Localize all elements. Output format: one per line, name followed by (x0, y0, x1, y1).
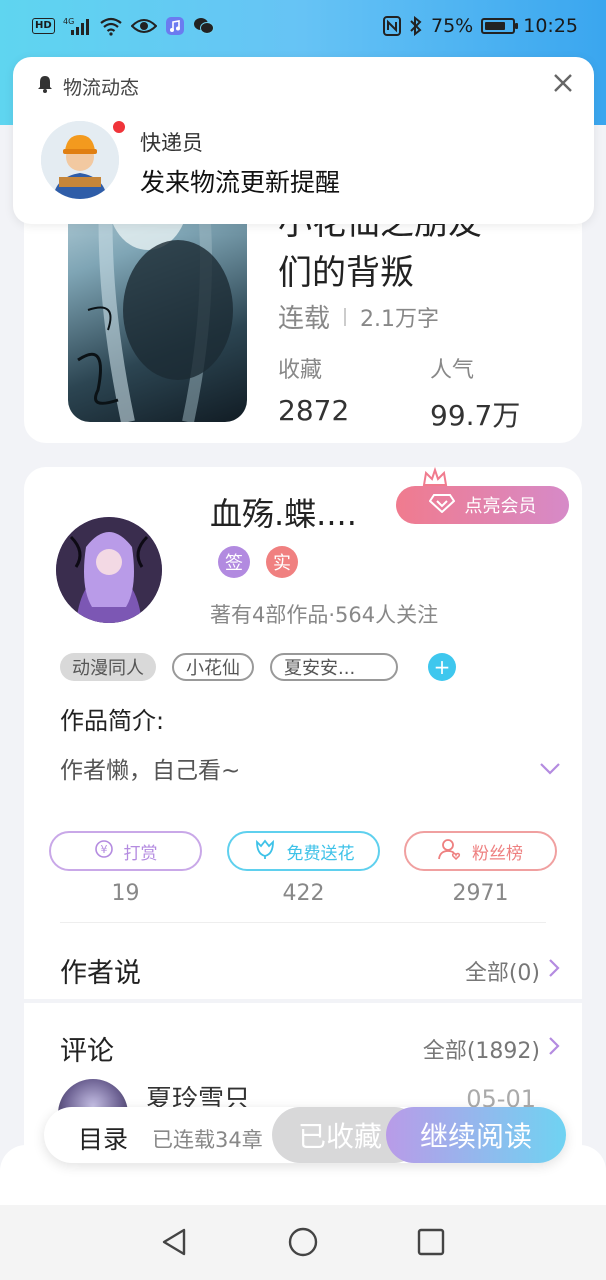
add-tag-icon[interactable]: + (428, 653, 456, 681)
author-card: 血殇.蝶.... 点亮会员 签 实 著有4部作品·564人关注 动漫同人 小花仙… (24, 466, 582, 1207)
divider (60, 922, 546, 923)
tag-item[interactable]: 动漫同人 (60, 653, 156, 681)
tag-item[interactable]: 夏安安... (270, 653, 398, 681)
clock: 10:25 (523, 15, 578, 37)
tip-label: 打赏 (123, 843, 158, 864)
tip-count: 19 (111, 881, 140, 906)
continue-reading-label: 继续阅读 (419, 1120, 532, 1153)
notification-message: 发来物流更新提醒 (140, 168, 341, 197)
signal-4g-icon: 4G (63, 16, 91, 36)
fan-ranking-button[interactable]: 粉丝榜 (404, 831, 557, 871)
tag-list: 动漫同人 小花仙 夏安安... + (60, 653, 456, 681)
signed-badge: 签 (218, 546, 250, 578)
author-stats: 著有4部作品·564人关注 (210, 603, 439, 627)
eye-icon (130, 17, 157, 35)
music-app-icon (165, 16, 185, 36)
comments-more-label: 全部(1892) (422, 1039, 540, 1064)
svg-text:¥: ¥ (100, 843, 107, 856)
courier-avatar-icon (41, 121, 119, 199)
book-status: 连载 (278, 304, 331, 334)
chevron-right-icon (548, 958, 560, 984)
favorites-value: 2872 (278, 394, 350, 427)
continue-reading-button[interactable]: 继续阅读 (386, 1107, 566, 1163)
home-icon[interactable] (287, 1226, 319, 1258)
send-flower-label: 免费送花 (286, 843, 355, 864)
book-word-count: 2.1万字 (360, 306, 440, 332)
favorites-label: 收藏 (278, 358, 323, 383)
verified-badge: 实 (266, 546, 298, 578)
status-left: HD 4G (32, 16, 215, 36)
comments-more-link[interactable]: 全部(1892) (423, 1033, 560, 1065)
hd-icon: HD (32, 18, 55, 34)
section-divider (24, 999, 582, 1003)
meta-separator (344, 307, 347, 326)
vip-button-label: 点亮会员 (464, 496, 537, 517)
close-icon[interactable] (552, 71, 574, 99)
popularity-label: 人气 (430, 358, 475, 383)
fan-ranking-label: 粉丝榜 (472, 843, 523, 864)
notification-banner[interactable]: 物流动态 快递员 发来物流更新提醒 (13, 57, 594, 224)
intro-label: 作品简介: (60, 707, 165, 735)
fan-count: 2971 (452, 881, 509, 906)
chevron-right-icon (548, 1036, 560, 1062)
unread-dot (111, 119, 127, 135)
bell-icon (37, 75, 53, 98)
popularity-value: 99.7万 (430, 399, 521, 432)
svg-text:4G: 4G (63, 17, 74, 26)
send-flower-button[interactable]: 免费送花 (227, 831, 380, 871)
notification-app-name: 物流动态 (63, 77, 140, 99)
diamond-icon (428, 493, 455, 518)
nfc-icon (383, 16, 401, 36)
battery-icon (481, 18, 519, 34)
collected-label: 已收藏 (298, 1120, 383, 1153)
tip-button[interactable]: ¥ 打赏 (49, 831, 202, 871)
bluetooth-icon (409, 16, 423, 36)
flower-count: 422 (282, 881, 325, 906)
expand-chevron-icon[interactable] (539, 761, 561, 780)
serialized-chapters-text: 已连载34章 (152, 1128, 263, 1152)
notification-app-row: 物流动态 (37, 73, 139, 100)
author-name[interactable]: 血殇.蝶.... (210, 489, 357, 535)
author-says-title: 作者说 (60, 958, 141, 989)
back-icon[interactable] (158, 1226, 190, 1258)
wechat-icon (193, 16, 215, 36)
status-bar: HD 4G 75% 10:25 (0, 0, 606, 52)
flower-icon (253, 838, 277, 865)
fan-user-icon (438, 838, 462, 865)
author-avatar[interactable] (56, 517, 162, 623)
author-says-more-label: 全部(0) (464, 961, 540, 986)
comments-title: 评论 (60, 1036, 114, 1067)
table-of-contents-button[interactable]: 目录 (78, 1120, 128, 1156)
tag-item[interactable]: 小花仙 (172, 653, 254, 681)
battery-level (485, 22, 505, 30)
coin-icon: ¥ (94, 839, 114, 864)
status-right: 75% 10:25 (383, 15, 578, 37)
battery-percent: 75% (431, 15, 474, 37)
recents-icon[interactable] (415, 1226, 447, 1258)
author-says-more-link[interactable]: 全部(0) (465, 955, 560, 987)
activate-vip-button[interactable]: 点亮会员 (396, 486, 569, 524)
book-title-line-2: 们的背叛 (278, 253, 414, 293)
wifi-icon (99, 16, 123, 36)
notification-sender: 快递员 (140, 131, 203, 155)
book-meta: 连载 2.1万字 (278, 298, 439, 335)
intro-text: 作者懒，自己看~ (60, 758, 241, 784)
